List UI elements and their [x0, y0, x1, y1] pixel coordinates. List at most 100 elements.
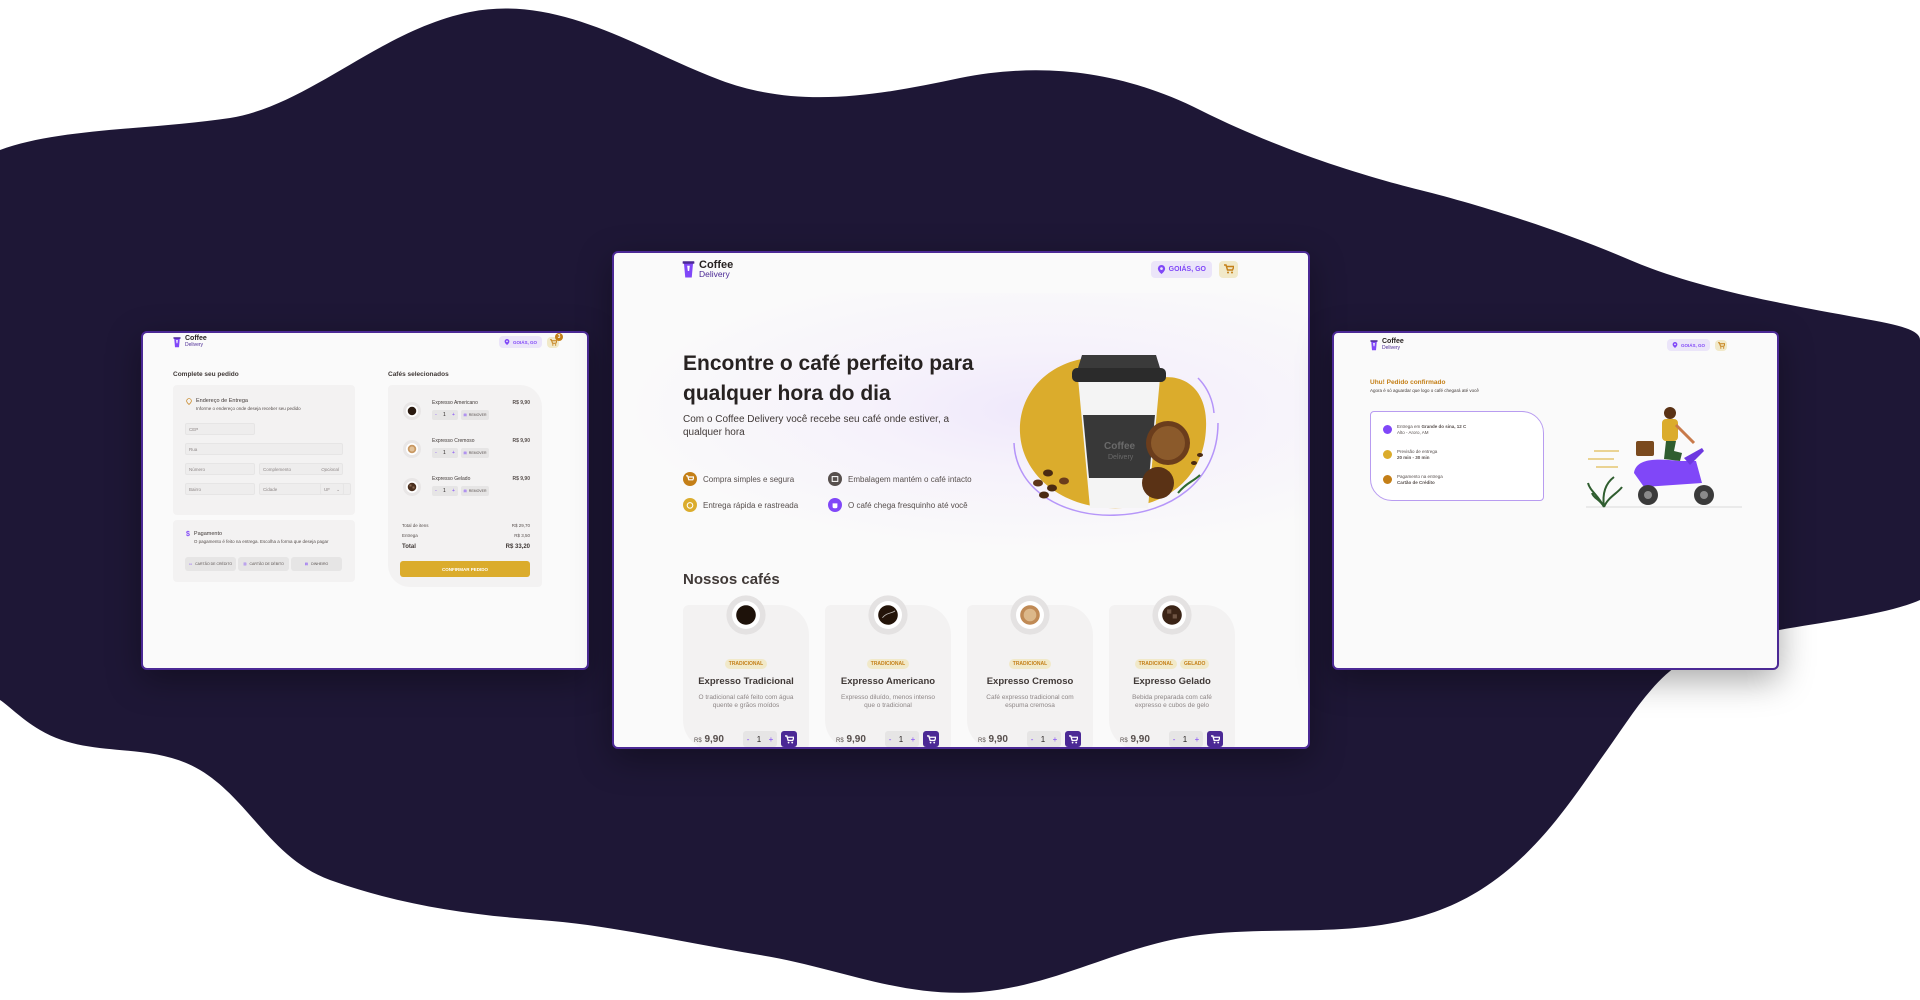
cash-button[interactable]: ▤ DINHEIRO [291, 557, 342, 571]
add-to-cart-button[interactable] [923, 731, 939, 747]
add-to-cart-button[interactable] [1207, 731, 1223, 747]
coffee-description: O tradicional café feito com água quente… [698, 694, 794, 710]
remove-button[interactable]: ▤ REMOVER [461, 448, 489, 458]
coffee-tag: GELADO [1180, 659, 1210, 669]
coffee-name: Expresso Tradicional [698, 676, 794, 687]
add-to-cart-button[interactable] [1065, 731, 1081, 747]
coffee-thumbnail [403, 440, 421, 458]
cart-count-badge: 3 [555, 333, 563, 341]
minus-icon[interactable]: - [435, 488, 437, 494]
item-price: R$ 9,90 [512, 400, 530, 406]
minus-icon[interactable]: - [889, 735, 892, 744]
success-title: Uhu! Pedido confirmado [1370, 379, 1446, 386]
brand-sub: Delivery [1382, 344, 1401, 351]
coffee-card: TRADICIONAL Expresso Cremoso Café expres… [967, 595, 1093, 747]
cep-field[interactable]: CEP [185, 423, 255, 435]
quantity-stepper[interactable]: -1 + [743, 731, 777, 747]
quantity-stepper[interactable]: -1 + [1169, 731, 1203, 747]
delivery-scooter-illustration [1586, 407, 1742, 508]
shopping-cart-icon [1068, 734, 1078, 744]
plus-icon[interactable]: + [911, 735, 916, 744]
plus-icon[interactable]: + [452, 450, 455, 456]
feature-item: Entrega rápida e rastreada [683, 498, 798, 512]
coffee-thumbnail [403, 402, 421, 420]
currency: R$ [836, 737, 844, 744]
credit-card-button[interactable]: ▭ CARTÃO DE CRÉDITO [185, 557, 236, 571]
buy-row: R$ 9,90 -1 + [978, 731, 1081, 747]
item-price: R$ 9,90 [512, 476, 530, 482]
complement-placeholder: Complemento [263, 467, 292, 472]
item-price: R$ 9,90 [512, 438, 530, 444]
confirm-order-button[interactable]: CONFIRMAR PEDIDO [400, 561, 530, 577]
quantity-stepper[interactable]: -1 + [432, 448, 458, 458]
cart-button[interactable]: 3 [547, 333, 563, 348]
remove-button[interactable]: ▤ REMOVER [461, 410, 489, 420]
items-total-value: R$ 29,70 [511, 523, 530, 528]
feature-item: Compra simples e segura [683, 472, 794, 486]
location-button[interactable]: GOIÁS, GO [498, 336, 542, 348]
quantity-stepper[interactable]: -1 + [432, 410, 458, 420]
street-field[interactable]: Rua [185, 443, 343, 455]
currency-dollar-icon [1383, 475, 1392, 484]
uf-label: UF [324, 487, 330, 492]
plus-icon[interactable]: + [1053, 735, 1058, 744]
map-pin-icon [1672, 342, 1678, 348]
plus-icon[interactable]: + [452, 412, 455, 418]
location-label: GOIÁS, GO [1680, 342, 1705, 348]
cart-button[interactable] [1715, 339, 1727, 351]
coffee-image [726, 595, 766, 635]
minus-icon[interactable]: - [747, 735, 750, 744]
quantity-value: 1 [898, 734, 904, 744]
debit-card-button[interactable]: ▥ CARTÃO DE DÉBITO [238, 557, 289, 571]
plus-icon[interactable]: + [1195, 735, 1200, 744]
logo[interactable]: Coffee Delivery [682, 259, 733, 279]
minus-icon[interactable]: - [435, 412, 437, 418]
svg-text:Coffee: Coffee [1104, 441, 1136, 452]
cart-button[interactable] [1219, 260, 1238, 278]
coffee-name: Expresso Gelado [1133, 676, 1211, 687]
total-row: Total R$ 33,20 [402, 544, 530, 550]
quantity-stepper[interactable]: -1 + [432, 486, 458, 496]
feature-item: O café chega fresquinho até você [828, 498, 968, 512]
location-button[interactable]: GOIÁS, GO [1150, 260, 1212, 278]
coffee-tag: TRADICIONAL [1134, 659, 1178, 669]
number-field[interactable]: Número [185, 463, 255, 475]
checkout-window: Coffee Delivery GOIÁS, GO 3 Complete seu … [141, 331, 589, 670]
credit-card-label: CARTÃO DE CRÉDITO [195, 562, 233, 566]
quantity-value: 1 [442, 412, 446, 418]
plus-icon[interactable]: + [769, 735, 774, 744]
coffee-image [1010, 595, 1050, 635]
location-button[interactable]: GOIÁS, GO [1666, 339, 1710, 351]
row-line2: Alto - Aroro, AM [1397, 430, 1429, 436]
remove-button[interactable]: ▤ REMOVER [461, 486, 489, 496]
minus-icon[interactable]: - [1173, 735, 1176, 744]
address-title: Endereço de Entrega [196, 398, 248, 404]
currency: R$ [978, 737, 986, 744]
quantity-stepper[interactable]: -1 + [885, 731, 919, 747]
item-name: Expresso Americano [432, 400, 478, 406]
uf-select[interactable]: UF ⌄ [320, 483, 344, 495]
coffee-card: TRADICIONAL Expresso Tradicional O tradi… [683, 595, 809, 747]
cash-label: DINHEIRO [311, 562, 329, 566]
price-value: 9,90 [1130, 733, 1150, 745]
logo[interactable]: Coffee Delivery [1370, 338, 1404, 351]
currency-dollar-icon: $ [186, 531, 190, 538]
minus-icon[interactable]: - [435, 450, 437, 456]
map-pin-icon [1383, 425, 1392, 434]
plus-icon[interactable]: + [452, 488, 455, 494]
shopping-cart-icon [784, 734, 794, 744]
quantity-stepper[interactable]: -1 + [1027, 731, 1061, 747]
minus-icon[interactable]: - [1031, 735, 1034, 744]
logo[interactable]: Coffee Delivery [173, 335, 207, 348]
neighborhood-field[interactable]: Bairro [185, 483, 255, 495]
payment-subtitle: O pagamento é feito na entrega. Escolha … [193, 539, 329, 544]
total-value: R$ 33,20 [505, 544, 530, 550]
add-to-cart-button[interactable] [781, 731, 797, 747]
hero-subtitle: Com o Coffee Delivery você recebe seu ca… [683, 414, 950, 438]
quantity-value: 1 [442, 450, 446, 456]
total-label: Total [402, 544, 416, 550]
complement-field[interactable]: Complemento Opcional [259, 463, 343, 475]
coffee-description: Bebida preparada com café expresso e cub… [1132, 694, 1212, 710]
coffee-card: TRADICIONAL GELADO Expresso Gelado Bebida… [1109, 595, 1235, 747]
delivery-time-row: Previsão de entrega 20 min - 30 min [1383, 449, 1437, 461]
